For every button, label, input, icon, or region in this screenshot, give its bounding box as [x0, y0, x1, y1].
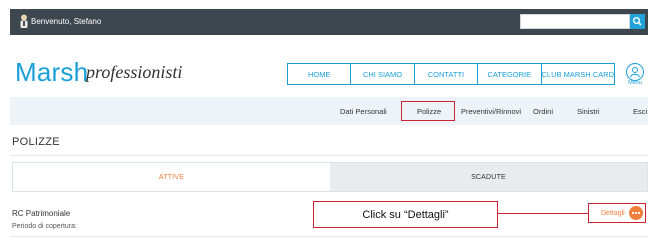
- divider: [10, 155, 648, 156]
- search-icon: [633, 17, 642, 26]
- row-divider: [10, 236, 648, 237]
- logo-main[interactable]: Marsh: [15, 58, 88, 86]
- logo-sub[interactable]: professionisti: [86, 62, 182, 82]
- callout-box: Click su “Dettagli”: [313, 201, 498, 228]
- main-nav: HOME CHI SIAMO CONTATTI CATEGORIE CLUB M…: [287, 63, 615, 85]
- policy-name: RC Patrimoniale: [12, 209, 71, 218]
- search-button[interactable]: [630, 14, 645, 29]
- nav-categorie[interactable]: CATEGORIE: [478, 64, 542, 84]
- welcome-text: Benvenuto, Stefano: [31, 17, 102, 26]
- tab-scadute[interactable]: SCADUTE: [330, 163, 647, 191]
- dettagli-link[interactable]: Dettagli: [601, 209, 625, 218]
- subnav-esci[interactable]: Esci: [633, 107, 647, 116]
- policy-period-label: Periodo di copertura:: [12, 223, 77, 230]
- subnav-preventivi-rinnovi[interactable]: Preventivi/Rinnovi: [461, 107, 521, 116]
- menu-label: Menu: [628, 80, 642, 86]
- subnav-dati-personali[interactable]: Dati Personali: [340, 107, 387, 116]
- polizze-highlight: [401, 101, 455, 121]
- more-icon[interactable]: [629, 206, 643, 220]
- callout-connector: [498, 213, 588, 214]
- user-icon: [19, 14, 29, 28]
- nav-club-marsh-card[interactable]: CLUB MARSH CARD: [542, 64, 615, 84]
- nav-contatti[interactable]: CONTATTI: [415, 64, 479, 84]
- subnav-sinistri[interactable]: Sinistri: [577, 107, 600, 116]
- search-input[interactable]: [520, 14, 630, 29]
- subnav-ordini[interactable]: Ordini: [533, 107, 553, 116]
- menu-icon[interactable]: [626, 63, 644, 81]
- nav-chi-siamo[interactable]: CHI SIAMO: [351, 64, 415, 84]
- nav-home[interactable]: HOME: [288, 64, 352, 84]
- policy-tabs: ATTIVE SCADUTE: [12, 162, 648, 192]
- page-title: POLIZZE: [12, 136, 60, 148]
- tab-attive[interactable]: ATTIVE: [13, 163, 330, 191]
